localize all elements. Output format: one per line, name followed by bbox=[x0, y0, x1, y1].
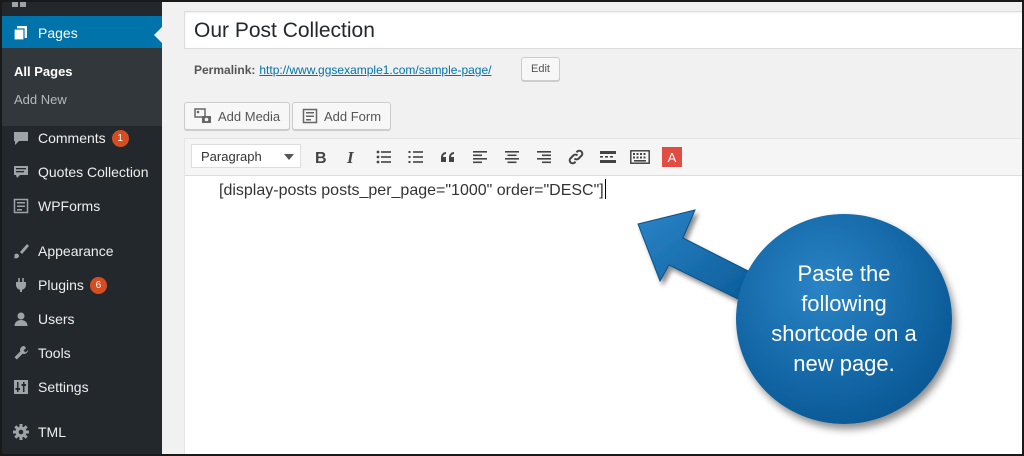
screenshot-frame: Pages All Pages Add New Comments 1 Quote… bbox=[0, 0, 1024, 456]
callout-text: Paste the following shortcode on a new p… bbox=[771, 261, 917, 376]
callout-bubble: Paste the following shortcode on a new p… bbox=[736, 214, 952, 424]
